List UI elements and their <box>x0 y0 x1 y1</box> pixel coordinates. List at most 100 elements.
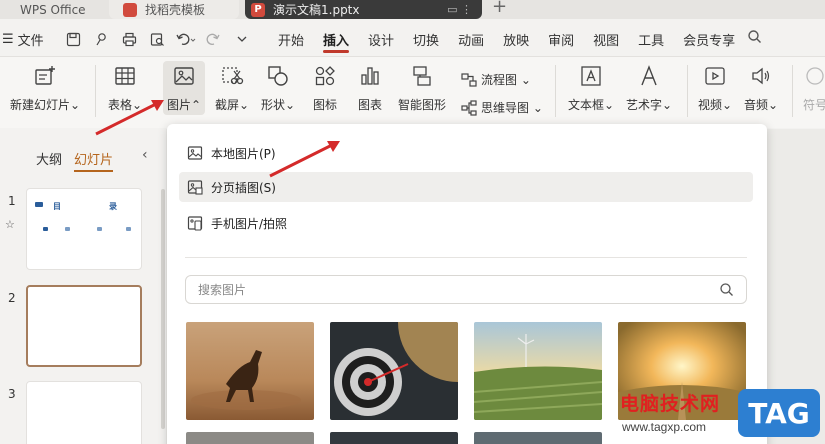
tab-wps-office[interactable]: WPS Office <box>0 0 104 19</box>
menu-slideshow[interactable]: 放映 <box>503 22 529 56</box>
icon-label: 图标 <box>312 98 337 112</box>
tab-slides[interactable]: 幻灯片 <box>74 149 114 172</box>
symbol-button[interactable]: 符号 <box>802 63 825 113</box>
ribbon-divider <box>95 65 96 117</box>
thumb-title-text: 录 <box>109 202 117 211</box>
slide-thumbnail-2[interactable] <box>26 285 142 367</box>
stock-photo-row2-1[interactable] <box>186 432 314 444</box>
flowchart-button[interactable]: 流程图 ⌄ <box>461 71 531 88</box>
print-icon[interactable] <box>119 28 141 50</box>
video-button[interactable]: 视频⌄ <box>698 63 732 113</box>
new-tab-button[interactable]: + <box>492 0 507 17</box>
table-label: 表格 <box>108 98 133 112</box>
ribbon-divider <box>792 65 793 117</box>
icon-button[interactable]: 图标 <box>312 63 338 113</box>
menu-member[interactable]: 会员专享 <box>683 22 735 56</box>
shape-label: 形状 <box>261 98 286 112</box>
local-picture-label: 本地图片(P) <box>211 146 276 161</box>
flowchart-label: 流程图 <box>481 73 518 87</box>
stock-photo-target[interactable] <box>330 322 458 420</box>
menu-tools[interactable]: 工具 <box>638 22 664 56</box>
menu-review[interactable]: 审阅 <box>548 22 574 56</box>
image-icon <box>187 145 203 161</box>
chart-button[interactable]: 图表 <box>357 63 383 113</box>
star-icon: ☆ <box>5 218 15 231</box>
search-icon[interactable] <box>747 29 762 47</box>
menu-view[interactable]: 视图 <box>593 22 619 56</box>
slide-thumbnail-3[interactable] <box>26 381 142 444</box>
file-menu[interactable]: ☰ 文件 <box>2 30 44 49</box>
wordart-label: 艺术字 <box>626 98 663 112</box>
file-menu-label: 文件 <box>17 33 44 49</box>
slide-number: 2 <box>8 291 16 305</box>
video-icon <box>702 63 728 89</box>
paged-insert-label: 分页插图(S) <box>211 180 276 195</box>
ribbon-divider <box>687 65 688 117</box>
screenshot-label: 截屏 <box>215 98 240 112</box>
search-icon[interactable] <box>719 282 734 300</box>
link-icon[interactable] <box>91 28 113 50</box>
stock-photo-horse[interactable] <box>186 322 314 420</box>
shape-button[interactable]: 形状⌄ <box>261 63 295 113</box>
ribbon-divider <box>555 65 556 117</box>
slide-panel: 大纲 幻灯片 ‹ 1 ☆ 目 录 2 3 <box>0 129 166 444</box>
table-button[interactable]: 表格⌄ <box>108 63 142 113</box>
speaker-icon <box>748 63 774 89</box>
tab-controls-icon[interactable]: ▭ ⋮ <box>447 3 472 16</box>
picture-button[interactable]: 图片⌃ <box>163 61 206 115</box>
phone-picture-item[interactable]: 手机图片/拍照 <box>179 208 753 238</box>
icons-icon <box>312 63 338 89</box>
more-quick-actions-icon[interactable] <box>231 28 253 50</box>
mindmap-button[interactable]: 思维导图 ⌄ <box>461 99 543 116</box>
paged-image-icon <box>187 179 203 195</box>
smartart-label: 智能图形 <box>398 98 447 112</box>
stock-photo-row2-2[interactable] <box>330 432 458 444</box>
tab-outline[interactable]: 大纲 <box>36 149 62 172</box>
menu-transition[interactable]: 切换 <box>413 22 439 56</box>
flowchart-icon <box>461 72 477 88</box>
audio-label: 音频 <box>744 98 769 112</box>
stock-photo-windfarm[interactable] <box>474 322 602 420</box>
symbol-label: 符号 <box>802 98 825 112</box>
slide-number: 1 <box>8 194 16 208</box>
new-slide-button[interactable]: 新建幻灯片⌄ <box>10 63 80 113</box>
print-preview-icon[interactable] <box>147 28 169 50</box>
redo-icon[interactable] <box>203 28 225 50</box>
slide-number: 3 <box>8 387 16 401</box>
mindmap-icon <box>461 99 477 116</box>
menu-animation[interactable]: 动画 <box>458 22 484 56</box>
local-picture-item[interactable]: 本地图片(P) <box>179 138 753 168</box>
tab-label: WPS Office <box>20 2 86 17</box>
menu-home[interactable]: 开始 <box>278 22 304 56</box>
wordart-button[interactable]: 艺术字⌄ <box>626 63 672 113</box>
thumb-decoration <box>35 202 43 207</box>
stock-photo-row2-3[interactable] <box>474 432 602 444</box>
screenshot-button[interactable]: 截屏⌄ <box>215 63 249 113</box>
title-tab-bar: WPS Office 找稻壳模板 P 演示文稿1.pptx ▭ ⋮ + <box>0 0 825 19</box>
save-icon[interactable] <box>63 28 85 50</box>
shape-icon <box>265 63 291 89</box>
smartart-button[interactable]: 智能图形 <box>398 63 446 113</box>
new-slide-icon <box>32 63 58 89</box>
undo-icon[interactable] <box>175 28 197 50</box>
collapse-panel-icon[interactable]: ‹ <box>142 147 148 163</box>
menu-design[interactable]: 设计 <box>368 22 394 56</box>
picture-search-input[interactable]: 搜索图片 <box>185 275 747 304</box>
tab-label: 找稻壳模板 <box>145 3 206 17</box>
textbox-button[interactable]: 文本框⌄ <box>568 63 614 113</box>
menu-insert[interactable]: 插入 <box>323 22 350 56</box>
search-placeholder: 搜索图片 <box>198 283 247 297</box>
textbox-icon <box>578 63 604 89</box>
wordart-icon <box>636 63 662 89</box>
paged-insert-item[interactable]: 分页插图(S) <box>179 172 753 202</box>
picture-label: 图片 <box>167 98 192 112</box>
mindmap-label: 思维导图 <box>481 101 530 115</box>
audio-button[interactable]: 音频⌄ <box>744 63 778 113</box>
slide-thumbnail-1[interactable]: 目 录 <box>26 188 142 270</box>
tab-template-store[interactable]: 找稻壳模板 <box>109 0 239 19</box>
panel-scrollbar[interactable] <box>161 189 165 429</box>
thumb-decoration <box>65 227 70 231</box>
new-slide-label: 新建幻灯片 <box>10 98 71 112</box>
tab-document[interactable]: P 演示文稿1.pptx ▭ ⋮ <box>245 0 482 19</box>
hamburger-icon: ☰ <box>2 31 14 47</box>
